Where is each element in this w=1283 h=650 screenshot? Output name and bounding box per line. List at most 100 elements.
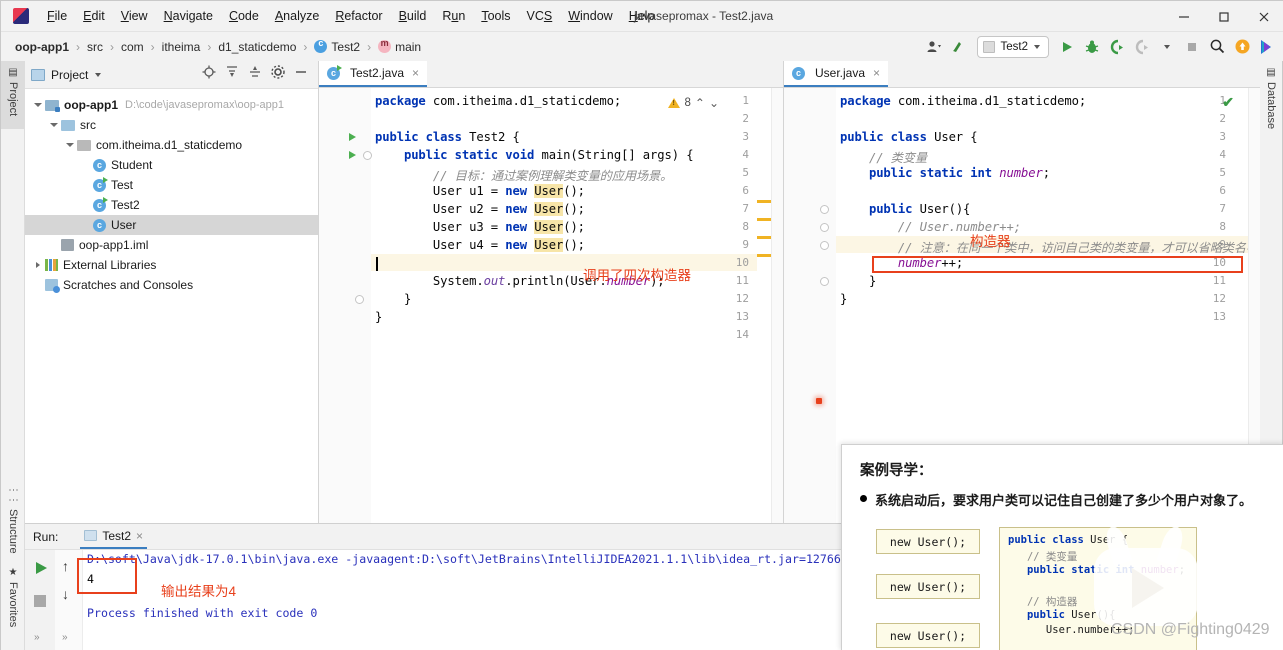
close-icon[interactable]: ×	[136, 529, 143, 543]
sidebar-item-project[interactable]: ▤ Project	[1, 61, 25, 129]
menu-item-window[interactable]: Window	[560, 6, 620, 26]
restore-icon[interactable]	[1204, 1, 1244, 32]
sidebar-item-structure[interactable]: ⋮⋮ Structure	[1, 479, 25, 555]
debug-icon[interactable]	[1081, 36, 1103, 58]
breadcrumb-item-d1-staticdemo[interactable]: d1_staticdemo	[218, 40, 296, 54]
rerun-icon[interactable]	[33, 560, 49, 581]
annotation-highlight-box	[872, 256, 1243, 273]
line-number: 3	[1219, 130, 1226, 143]
tree-node-test[interactable]: Test	[25, 175, 318, 195]
tree-node-oop-app1[interactable]: oop-app1 D:\code\javasepromax\oop-app1	[25, 95, 318, 115]
breadcrumb-item-main[interactable]: main	[378, 38, 422, 54]
run-with-coverage-icon[interactable]	[1106, 36, 1128, 58]
menu-item-analyze[interactable]: Analyze	[267, 6, 327, 26]
menu-item-file[interactable]: File	[39, 6, 75, 26]
run-gutter-icon[interactable]	[349, 133, 356, 141]
menu-item-run[interactable]: Run	[434, 6, 473, 26]
sidebar-item-favorites[interactable]: ★ Favorites	[1, 561, 25, 641]
breadcrumb-item-oop-app1[interactable]: oop-app1	[15, 40, 69, 54]
tree-twisty-open[interactable]	[47, 123, 61, 127]
left-tab-label-0: Project	[7, 82, 19, 117]
sidebar-item-database[interactable]: ▤ Database	[1259, 61, 1283, 141]
scroll-down-icon[interactable]: ↓	[62, 586, 69, 602]
line-number: 13	[1212, 310, 1226, 323]
update-project-icon[interactable]	[948, 36, 970, 58]
breadcrumb-item-src[interactable]: src	[87, 40, 103, 54]
tab-test2-java[interactable]: Test2.java ×	[319, 61, 428, 87]
collapse-all-icon[interactable]	[248, 65, 262, 84]
notifications-icon[interactable]	[1231, 36, 1253, 58]
menu-item-build[interactable]: Build	[391, 6, 435, 26]
breadcrumb-item-com[interactable]: com	[121, 40, 144, 54]
editor-scrollbar-left[interactable]	[771, 88, 783, 523]
fold-gutter-icon[interactable]	[820, 241, 829, 250]
breadcrumb-item-itheima[interactable]: itheima	[162, 40, 201, 54]
module-icon	[45, 99, 60, 112]
tree-node-test2[interactable]: Test2	[25, 195, 318, 215]
fold-gutter-icon[interactable]	[355, 295, 364, 304]
tree-twisty-closed[interactable]	[31, 262, 45, 268]
tree-twisty-open[interactable]	[63, 143, 77, 147]
tree-node-user[interactable]: User	[25, 215, 318, 235]
chevron-down-icon[interactable]: ⌄	[709, 96, 719, 110]
breadcrumb-item-test2[interactable]: Test2	[314, 38, 360, 54]
close-icon[interactable]: ×	[873, 66, 880, 80]
line-number: 11	[1212, 274, 1226, 287]
tree-node-scratches-and-consoles[interactable]: Scratches and Consoles	[25, 275, 318, 295]
minimize-icon[interactable]	[1164, 1, 1204, 32]
fold-gutter-icon[interactable]	[820, 223, 829, 232]
close-icon[interactable]	[1244, 1, 1283, 32]
menu-item-edit[interactable]: Edit	[75, 6, 113, 26]
warning-marker[interactable]	[757, 254, 771, 257]
run-tab-test2[interactable]: Test2 ×	[80, 524, 148, 549]
tree-node-oop-app1-iml[interactable]: oop-app1.iml	[25, 235, 318, 255]
code-line: }	[840, 274, 877, 288]
line-number: 8	[742, 220, 749, 233]
fold-gutter-icon[interactable]	[820, 277, 829, 286]
tab-user-java[interactable]: User.java ×	[784, 61, 889, 87]
search-everywhere-icon[interactable]	[1206, 36, 1228, 58]
run-gutter-icon[interactable]	[349, 151, 356, 159]
run-configuration-selector[interactable]: Test2	[976, 35, 1049, 58]
warning-marker[interactable]	[757, 200, 771, 203]
expand-icon-2[interactable]: »	[62, 632, 68, 643]
profile-icon[interactable]	[1131, 36, 1153, 58]
user-profile-icon[interactable]	[923, 36, 945, 58]
project-panel-header: Project	[25, 61, 318, 89]
tree-node-external-libraries[interactable]: External Libraries	[25, 255, 318, 275]
tree-twisty-open[interactable]	[31, 103, 45, 107]
tree-node-com-itheima-d1-staticdemo[interactable]: com.itheima.d1_staticdemo	[25, 135, 318, 155]
annotation-constructor: 构造器	[970, 234, 1011, 249]
chevron-down-icon[interactable]	[95, 72, 102, 77]
menu-item-view[interactable]: View	[113, 6, 156, 26]
close-icon[interactable]: ×	[412, 66, 419, 80]
play-overlay-icon[interactable]	[1086, 523, 1206, 631]
breadcrumb-label: main	[395, 39, 422, 54]
menu-item-tools[interactable]: Tools	[473, 6, 518, 26]
locate-icon[interactable]	[202, 65, 216, 84]
menu-item-vcs[interactable]: VCS	[519, 6, 561, 26]
stop-icon[interactable]	[33, 594, 47, 613]
gear-icon[interactable]	[271, 65, 285, 84]
menu-item-code[interactable]: Code	[221, 6, 267, 26]
scroll-up-icon[interactable]: ↑	[62, 558, 69, 574]
inspection-warnings-badge[interactable]: 8 ⌃ ⌄	[668, 96, 719, 110]
ide-assistant-icon[interactable]	[1256, 36, 1278, 58]
expand-icon[interactable]: »	[34, 632, 40, 643]
fold-gutter-icon[interactable]	[363, 151, 372, 160]
chevron-up-icon[interactable]: ⌃	[695, 96, 705, 110]
menu-item-navigate[interactable]: Navigate	[156, 6, 221, 26]
hide-panel-icon[interactable]	[294, 65, 308, 84]
tree-node-student[interactable]: Student	[25, 155, 318, 175]
profile-dropdown-icon[interactable]	[1156, 36, 1178, 58]
expand-all-icon[interactable]	[225, 65, 239, 84]
run-icon[interactable]	[1056, 36, 1078, 58]
code-area-left[interactable]: 1 package com.itheima.d1_staticdemo; 2 3 pub…	[319, 88, 783, 523]
menu-item-refactor[interactable]: Refactor	[327, 6, 390, 26]
fold-gutter-icon[interactable]	[820, 205, 829, 214]
warning-marker[interactable]	[757, 218, 771, 221]
warning-marker[interactable]	[757, 236, 771, 239]
tree-node-src[interactable]: src	[25, 115, 318, 135]
marker-strip-left[interactable]	[757, 88, 771, 523]
stop-icon[interactable]	[1181, 36, 1203, 58]
